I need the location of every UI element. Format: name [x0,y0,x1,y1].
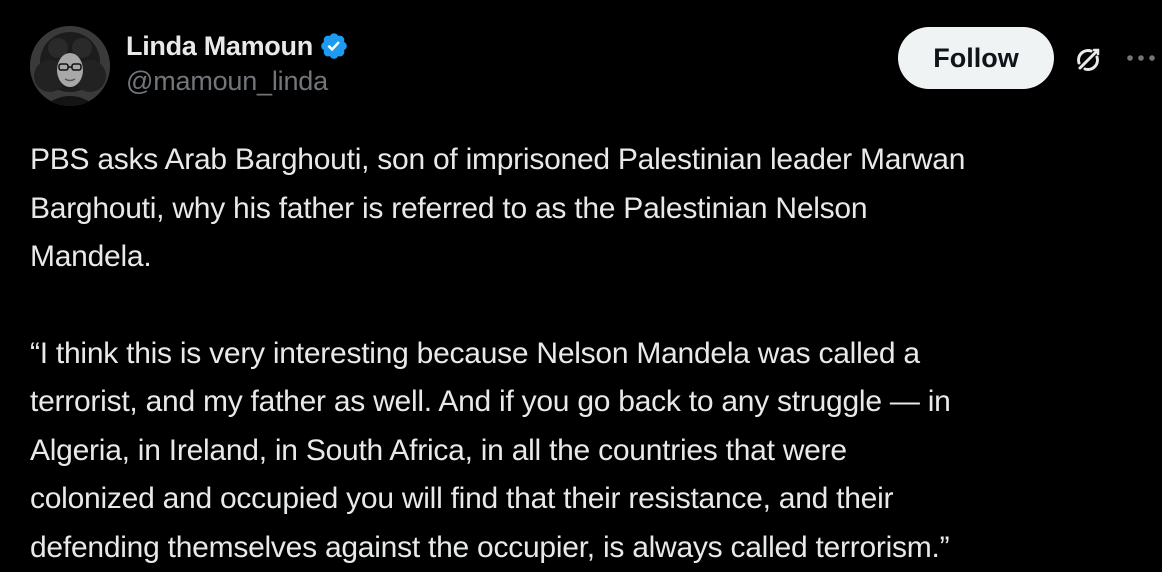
more-options-icon[interactable] [1124,48,1158,68]
author-display-name[interactable]: Linda Mamoun [126,31,313,62]
grok-icon[interactable] [1070,42,1106,78]
author-handle[interactable]: @mamoun_linda [126,66,349,97]
author-block: Linda Mamoun @mamoun_linda [126,28,349,97]
follow-button[interactable]: Follow [898,27,1054,89]
avatar[interactable] [30,26,110,106]
profile-photo-icon [30,26,110,106]
post-text: PBS asks Arab Barghouti, son of imprison… [30,136,1150,572]
post-paragraph-2: “I think this is very interesting becaus… [30,336,951,564]
author-name-row: Linda Mamoun [126,28,349,64]
verified-badge-icon[interactable] [319,31,349,61]
post-paragraph-1: PBS asks Arab Barghouti, son of imprison… [30,143,966,273]
post-card: Linda Mamoun @mamoun_linda Follow PBS as [0,0,1162,572]
